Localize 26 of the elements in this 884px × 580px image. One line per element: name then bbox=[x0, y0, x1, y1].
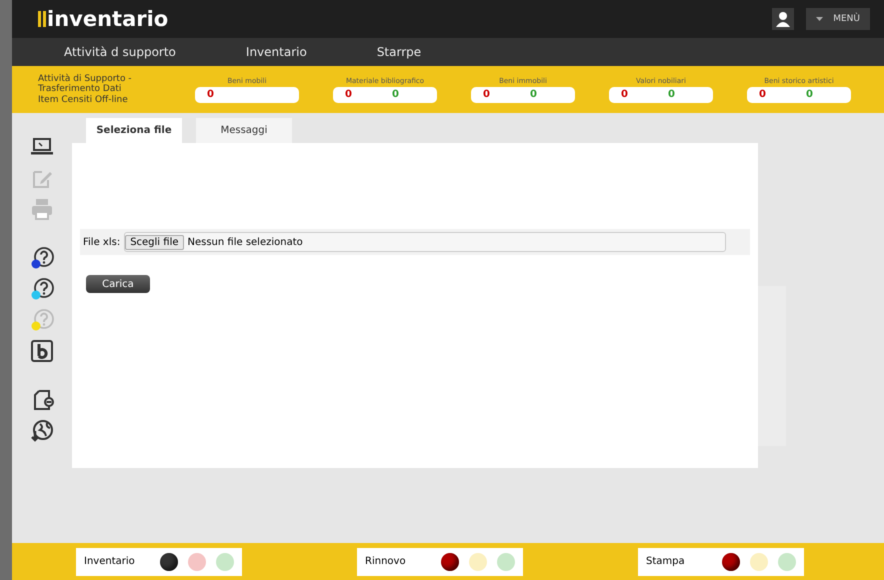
tab[interactable]: Messaggi bbox=[196, 118, 292, 143]
counter-field: 0 bbox=[195, 86, 299, 102]
menu-button[interactable]: MENÙ bbox=[806, 8, 870, 30]
field-label: File xls: bbox=[83, 236, 120, 248]
counter-field: 0 0 bbox=[609, 86, 713, 102]
nav-link[interactable]: Inventario bbox=[246, 45, 307, 59]
globe-icon[interactable] bbox=[30, 419, 54, 443]
nav-link[interactable]: Starrpe bbox=[376, 45, 422, 59]
status-label: Inventario bbox=[84, 556, 136, 567]
help-icon[interactable] bbox=[30, 277, 54, 301]
choose-file-button[interactable]: Scegli file bbox=[125, 234, 184, 250]
counter-field: 0 0 bbox=[747, 86, 851, 102]
status-label: Stampa bbox=[646, 556, 686, 567]
app-logo: inventario bbox=[47, 7, 168, 31]
b-icon[interactable] bbox=[30, 339, 54, 363]
counter-field: 0 0 bbox=[333, 86, 437, 102]
help-icon[interactable] bbox=[30, 246, 54, 270]
status-label: Rinnovo bbox=[365, 556, 407, 567]
counter-field: 0 0 bbox=[471, 86, 575, 102]
logo-icon bbox=[38, 11, 46, 27]
info-text: Attività di Supporto - Trasferimento Dati Item Censiti Off-line bbox=[38, 74, 133, 106]
nav-link[interactable]: Attività d supporto bbox=[64, 45, 176, 59]
caret-icon bbox=[816, 17, 824, 21]
file-input[interactable]: Scegli file Nessun file selezionato bbox=[124, 232, 726, 252]
upload-button[interactable]: Carica bbox=[86, 275, 150, 293]
tab[interactable]: Seleziona file bbox=[86, 118, 182, 143]
